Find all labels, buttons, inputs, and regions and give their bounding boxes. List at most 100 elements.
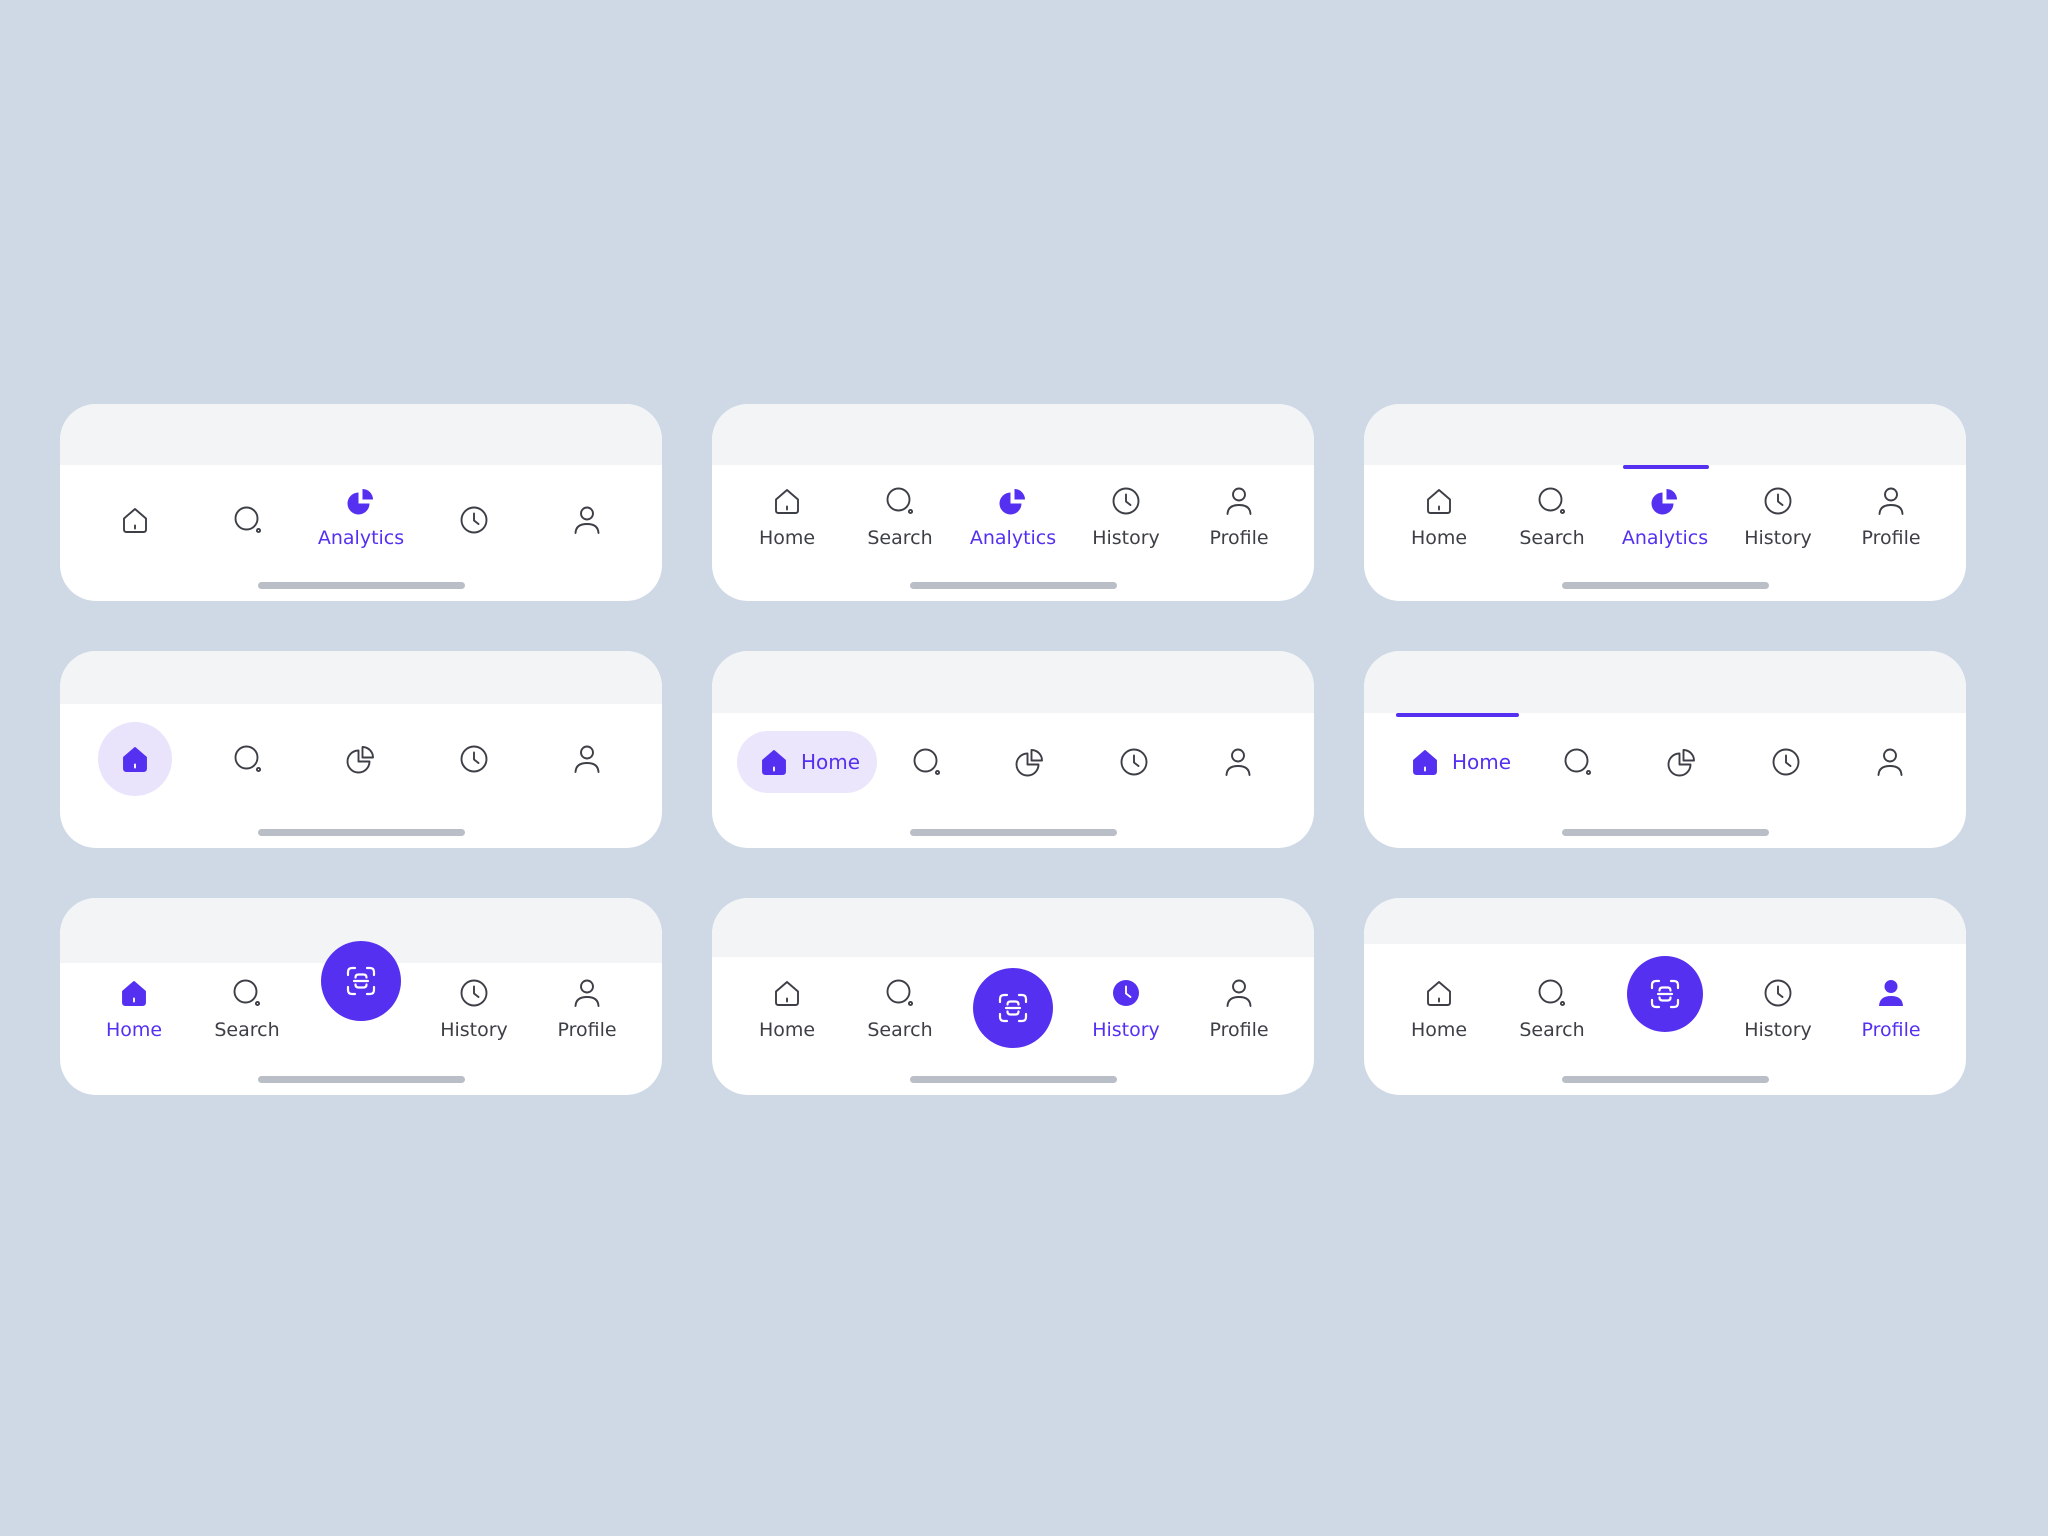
nav-label-history: History bbox=[1092, 527, 1160, 549]
nav-profile[interactable] bbox=[1873, 745, 1907, 779]
nav-analytics[interactable]: Analytics bbox=[953, 484, 1073, 549]
nav-label-profile: Profile bbox=[1861, 1019, 1921, 1041]
status-area bbox=[712, 404, 1314, 465]
nav-history[interactable]: History bbox=[1718, 976, 1838, 1041]
home-icon bbox=[1422, 484, 1456, 518]
nav-label-home: Home bbox=[1410, 527, 1468, 549]
scan-icon bbox=[1647, 976, 1683, 1012]
profile-icon bbox=[570, 742, 604, 776]
nav-history[interactable] bbox=[1117, 745, 1151, 779]
nav-history[interactable] bbox=[457, 503, 491, 537]
nav-home[interactable]: Home bbox=[1408, 745, 1511, 779]
nav-home[interactable]: Home bbox=[737, 731, 877, 793]
nav-profile[interactable]: Profile bbox=[1831, 484, 1951, 549]
navbar-variant-4 bbox=[60, 651, 662, 848]
nav-history[interactable]: History bbox=[1066, 976, 1186, 1041]
nav-home[interactable]: Home bbox=[727, 484, 847, 549]
scan-button[interactable] bbox=[973, 968, 1053, 1048]
nav-label-search: Search bbox=[214, 1019, 280, 1041]
nav-home[interactable]: Home bbox=[74, 976, 194, 1041]
nav-label-history: History bbox=[1744, 527, 1812, 549]
nav-search[interactable]: Search bbox=[840, 484, 960, 549]
home-indicator[interactable] bbox=[1562, 829, 1769, 836]
navbar-variant-1: Analytics bbox=[60, 404, 662, 601]
nav-history[interactable] bbox=[457, 742, 491, 776]
home-indicator[interactable] bbox=[258, 1076, 465, 1083]
history-icon bbox=[1109, 484, 1143, 518]
home-icon bbox=[770, 976, 804, 1010]
nav-label-profile: Profile bbox=[1209, 1019, 1269, 1041]
nav-label-home: Home bbox=[758, 1019, 816, 1041]
nav-analytics[interactable] bbox=[1013, 745, 1047, 779]
nav-analytics[interactable] bbox=[344, 742, 378, 776]
nav-label-search: Search bbox=[867, 527, 933, 549]
history-icon bbox=[1761, 976, 1795, 1010]
nav-profile[interactable]: Profile bbox=[527, 976, 647, 1041]
nav-home[interactable]: Home bbox=[1379, 976, 1499, 1041]
search-icon bbox=[910, 745, 944, 779]
nav-history[interactable]: History bbox=[1066, 484, 1186, 549]
nav-home[interactable]: Home bbox=[1379, 484, 1499, 549]
status-area bbox=[712, 651, 1314, 713]
home-indicator[interactable] bbox=[1562, 1076, 1769, 1083]
home-icon bbox=[1422, 976, 1456, 1010]
nav-label-analytics: Analytics bbox=[317, 527, 405, 549]
status-area bbox=[60, 404, 662, 465]
nav-label-profile: Profile bbox=[557, 1019, 617, 1041]
nav-search[interactable]: Search bbox=[187, 976, 307, 1041]
navbar-variant-8: Home Search History Profile bbox=[712, 898, 1314, 1095]
home-indicator[interactable] bbox=[258, 829, 465, 836]
profile-icon bbox=[1874, 484, 1908, 518]
nav-home[interactable] bbox=[118, 503, 152, 537]
analytics-icon bbox=[344, 742, 378, 776]
nav-home[interactable] bbox=[98, 722, 172, 796]
active-tab-indicator bbox=[1623, 465, 1709, 469]
nav-profile[interactable]: Profile bbox=[1179, 976, 1299, 1041]
nav-history[interactable]: History bbox=[414, 976, 534, 1041]
home-indicator[interactable] bbox=[258, 582, 465, 589]
home-icon bbox=[117, 976, 151, 1010]
home-indicator[interactable] bbox=[910, 829, 1117, 836]
home-indicator[interactable] bbox=[1562, 582, 1769, 589]
nav-search[interactable]: Search bbox=[840, 976, 960, 1041]
nav-search[interactable]: Search bbox=[1492, 484, 1612, 549]
nav-home[interactable]: Home bbox=[727, 976, 847, 1041]
nav-profile[interactable]: Profile bbox=[1831, 976, 1951, 1041]
status-area bbox=[1364, 651, 1966, 713]
nav-search[interactable]: Search bbox=[1492, 976, 1612, 1041]
history-icon bbox=[1761, 484, 1795, 518]
scan-button[interactable] bbox=[1627, 956, 1703, 1032]
nav-profile[interactable]: Profile bbox=[1179, 484, 1299, 549]
analytics-icon bbox=[996, 484, 1030, 518]
home-indicator[interactable] bbox=[910, 582, 1117, 589]
search-icon bbox=[883, 976, 917, 1010]
status-area bbox=[1364, 898, 1966, 944]
nav-analytics[interactable]: Analytics bbox=[301, 484, 421, 549]
nav-profile[interactable] bbox=[570, 742, 604, 776]
nav-search[interactable] bbox=[231, 503, 265, 537]
profile-icon bbox=[1222, 976, 1256, 1010]
nav-search[interactable] bbox=[910, 745, 944, 779]
search-icon bbox=[883, 484, 917, 518]
nav-analytics[interactable]: Analytics bbox=[1605, 484, 1725, 549]
nav-search[interactable] bbox=[231, 742, 265, 776]
home-icon bbox=[118, 503, 152, 537]
navbar-variant-5: Home bbox=[712, 651, 1314, 848]
nav-analytics[interactable] bbox=[1665, 745, 1699, 779]
nav-profile[interactable] bbox=[1221, 745, 1255, 779]
nav-history[interactable] bbox=[1769, 745, 1803, 779]
scan-button[interactable] bbox=[321, 941, 401, 1021]
nav-label-home: Home bbox=[1410, 1019, 1468, 1041]
search-icon bbox=[1535, 976, 1569, 1010]
nav-label-home: Home bbox=[1452, 750, 1512, 774]
nav-label-home: Home bbox=[105, 1019, 163, 1041]
search-icon bbox=[231, 742, 265, 776]
nav-search[interactable] bbox=[1561, 745, 1595, 779]
nav-profile[interactable] bbox=[570, 503, 604, 537]
nav-history[interactable]: History bbox=[1718, 484, 1838, 549]
status-area bbox=[60, 651, 662, 704]
status-area bbox=[1364, 404, 1966, 465]
home-indicator[interactable] bbox=[910, 1076, 1117, 1083]
history-icon bbox=[457, 742, 491, 776]
nav-label-profile: Profile bbox=[1209, 527, 1269, 549]
